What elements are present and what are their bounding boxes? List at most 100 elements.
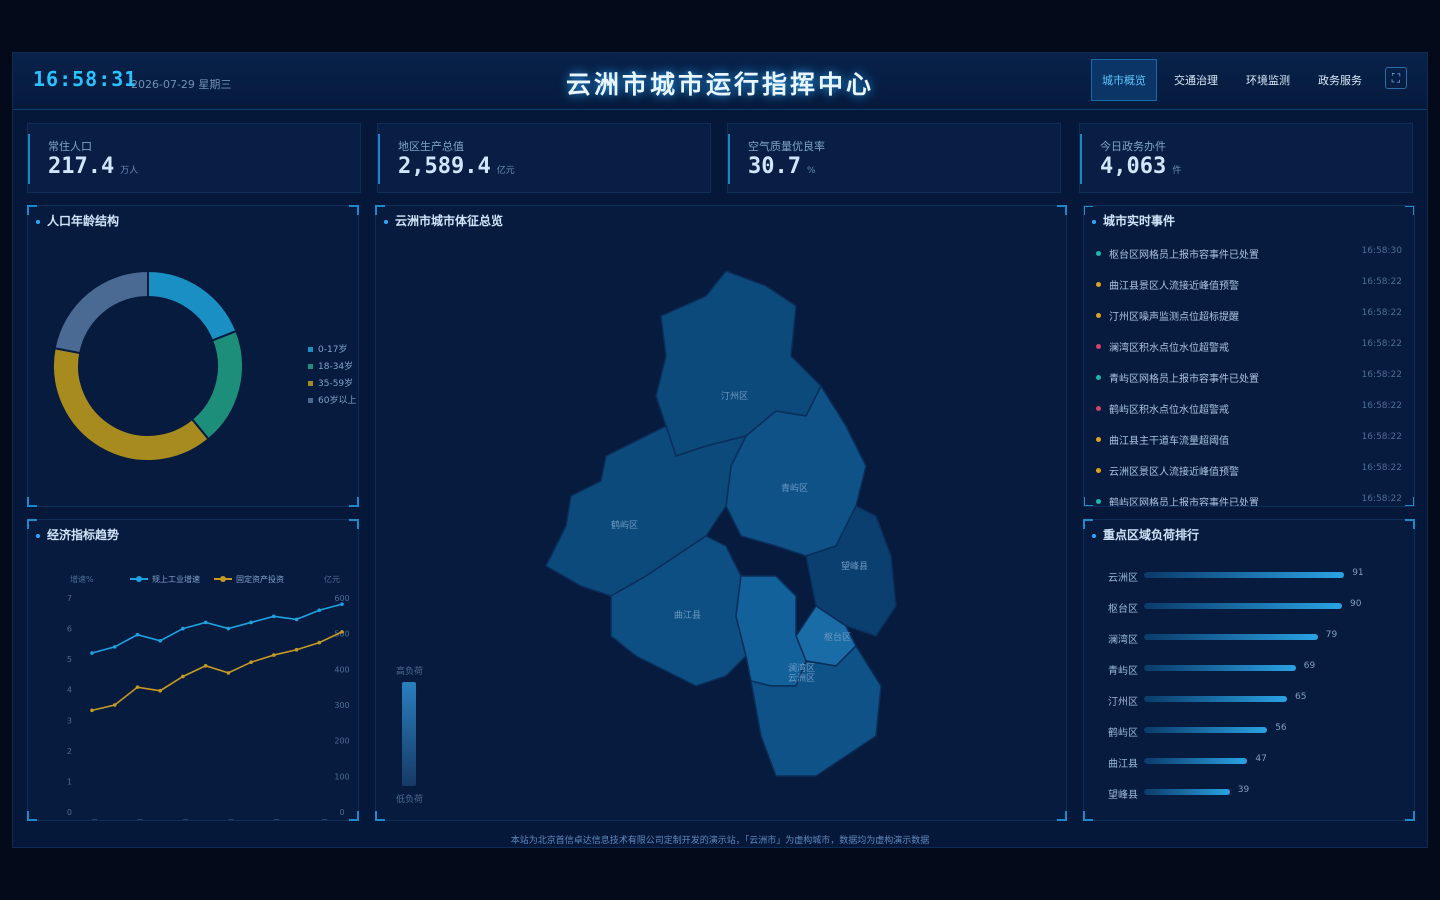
header-bar: 16:58:31 2026-07-29 星期三 云洲市城市运行指挥中心 城市概览… xyxy=(13,53,1427,110)
donut-slice-0 xyxy=(147,269,238,342)
event-text: 青屿区网格员上报市容事件已处置 xyxy=(1109,374,1259,385)
age-structure-panel: 人口年龄结构 0-17岁 18-34岁 35-59岁 60岁以上 xyxy=(27,205,359,507)
event-time: 16:58:22 xyxy=(1361,277,1402,287)
event-item[interactable]: 曲江县主干道车流量超阈值 16:58:22 xyxy=(1096,432,1402,448)
legend-label: 固定资产投资 xyxy=(236,574,284,584)
donut-slice-2 xyxy=(52,347,210,462)
scale-low-label: 低负荷 xyxy=(396,795,424,805)
economy-trend-panel: 经济指标趋势 0123456701002003004005006001月3月5月… xyxy=(27,519,359,821)
donut-slice-3 xyxy=(53,269,149,355)
dashboard-screen: 16:58:31 2026-07-29 星期三 云洲市城市运行指挥中心 城市概览… xyxy=(12,52,1428,848)
event-text: 云洲区景区人流接近峰值预警 xyxy=(1109,467,1239,478)
kpi-unit: 亿元 xyxy=(496,166,515,176)
series-point xyxy=(226,626,231,631)
economy-line-chart: 0123456701002003004005006001月3月5月7月9月11月… xyxy=(67,574,350,820)
rank-value: 56 xyxy=(1275,723,1287,733)
tab-city-overview[interactable]: 城市概览 xyxy=(1091,59,1157,101)
rank-row: 汀州区 65 xyxy=(1108,692,1418,708)
city-map[interactable]: 汀州区 青屿区 鹤屿区 望峰县 曲江县 枢台区 澜湾区 云洲区 xyxy=(376,216,1066,816)
event-item[interactable]: 云洲区景区人流接近峰值预警 16:58:22 xyxy=(1096,463,1402,479)
series-point xyxy=(294,617,299,622)
event-item[interactable]: 曲江县景区人流接近峰值预警 16:58:22 xyxy=(1096,277,1402,293)
rank-name: 澜湾区 xyxy=(1108,635,1138,646)
rank-bar xyxy=(1144,789,1230,795)
rank-name: 望峰县 xyxy=(1108,790,1138,801)
event-text: 鹤屿区网格员上报市容事件已处置 xyxy=(1109,498,1259,507)
event-text: 澜湾区积水点位水位超警戒 xyxy=(1109,343,1229,354)
event-item[interactable]: 澜湾区积水点位水位超警戒 16:58:22 xyxy=(1096,339,1402,355)
tab-environment[interactable]: 环境监测 xyxy=(1235,59,1301,101)
rank-value: 91 xyxy=(1352,568,1364,578)
event-status-dot xyxy=(1096,437,1101,442)
legend-item[interactable]: 35-59岁 xyxy=(308,376,353,389)
scale-high-label: 高负荷 xyxy=(396,667,424,677)
event-item[interactable]: 汀州区噪声监测点位超标提醒 16:58:22 xyxy=(1096,308,1402,324)
y-left-tick: 0 xyxy=(67,808,72,817)
kpi-label: 地区生产总值 xyxy=(398,140,464,153)
event-time: 16:58:22 xyxy=(1361,463,1402,473)
event-time: 16:58:22 xyxy=(1361,370,1402,380)
fullscreen-icon[interactable]: ⛶ xyxy=(1385,67,1407,89)
map-label-heyu: 鹤屿区 xyxy=(611,519,638,531)
event-item[interactable]: 鹤屿区积水点位水位超警戒 16:58:22 xyxy=(1096,401,1402,417)
series-point xyxy=(272,614,276,619)
event-text: 鹤屿区积水点位水位超警戒 xyxy=(1109,405,1229,416)
rank-value: 65 xyxy=(1295,692,1307,702)
y-right-label: 亿元 xyxy=(324,574,340,584)
series-line-0 xyxy=(91,603,343,654)
panel-title: 城市实时事件 xyxy=(1092,212,1175,229)
series-point xyxy=(203,620,208,625)
x-tick: 7月 xyxy=(222,819,235,820)
rank-name: 云洲区 xyxy=(1108,573,1138,584)
panel-title: 经济指标趋势 xyxy=(36,526,119,543)
legend-label: 60岁以上 xyxy=(318,396,357,406)
rank-bar xyxy=(1144,603,1342,609)
rank-name: 曲江县 xyxy=(1108,759,1138,770)
tab-government-service[interactable]: 政务服务 xyxy=(1307,59,1373,101)
legend-swatch xyxy=(308,398,313,403)
event-status-dot xyxy=(1096,251,1101,256)
kpi-card-gdp: 地区生产总值 2,589.4 亿元 xyxy=(377,123,711,193)
map-label-tingzhou: 汀州区 xyxy=(721,391,748,402)
tab-traffic[interactable]: 交通治理 xyxy=(1163,59,1229,101)
kpi-unit: % xyxy=(806,166,816,176)
event-text: 曲江县景区人流接近峰值预警 xyxy=(1109,281,1239,292)
rank-bar xyxy=(1144,727,1268,733)
kpi-card-gov-service: 今日政务办件 4,063 件 xyxy=(1079,123,1413,193)
rank-row: 望峰县 39 xyxy=(1108,785,1418,801)
y-right-tick: 400 xyxy=(334,665,349,674)
event-time: 16:58:22 xyxy=(1361,339,1402,349)
legend-swatch xyxy=(308,347,313,352)
y-left-tick: 5 xyxy=(67,655,72,664)
kpi-value: 2,589.4 亿元 xyxy=(398,154,515,179)
event-item[interactable]: 鹤屿区网格员上报市容事件已处置 16:58:22 xyxy=(1096,494,1402,507)
rank-row: 云洲区 91 xyxy=(1108,568,1418,584)
series-point xyxy=(226,671,231,675)
series-point xyxy=(272,653,276,657)
legend-item[interactable]: 18-34岁 xyxy=(308,359,353,372)
legend-item[interactable]: 0-17岁 xyxy=(308,342,347,355)
event-status-dot xyxy=(1096,406,1101,411)
event-item[interactable]: 枢台区网格员上报市容事件已处置 16:58:30 xyxy=(1096,246,1402,262)
legend-label: 规上工业增速 xyxy=(152,574,200,584)
x-tick: 11月 xyxy=(310,819,328,820)
y-left-tick: 6 xyxy=(67,625,72,634)
rank-value: 39 xyxy=(1237,785,1250,795)
rank-bar xyxy=(1144,634,1318,640)
legend-item[interactable]: 60岁以上 xyxy=(308,393,356,406)
kpi-number: 30.7 xyxy=(748,154,801,179)
series-point xyxy=(181,626,185,631)
kpi-number: 4,063 xyxy=(1100,154,1167,179)
rank-value: 69 xyxy=(1303,661,1316,671)
event-item[interactable]: 青屿区网格员上报市容事件已处置 16:58:22 xyxy=(1096,370,1402,386)
series-point xyxy=(340,602,344,606)
y-left-tick: 1 xyxy=(67,777,72,786)
kpi-unit: 万人 xyxy=(120,166,139,176)
series-point xyxy=(249,620,253,625)
rank-bar xyxy=(1144,696,1287,702)
map-label-wangfeng: 望峰县 xyxy=(841,560,868,572)
rank-bar xyxy=(1144,572,1345,578)
event-status-dot xyxy=(1096,344,1101,349)
rank-name: 鹤屿区 xyxy=(1108,728,1138,739)
kpi-label: 空气质量优良率 xyxy=(748,140,825,153)
